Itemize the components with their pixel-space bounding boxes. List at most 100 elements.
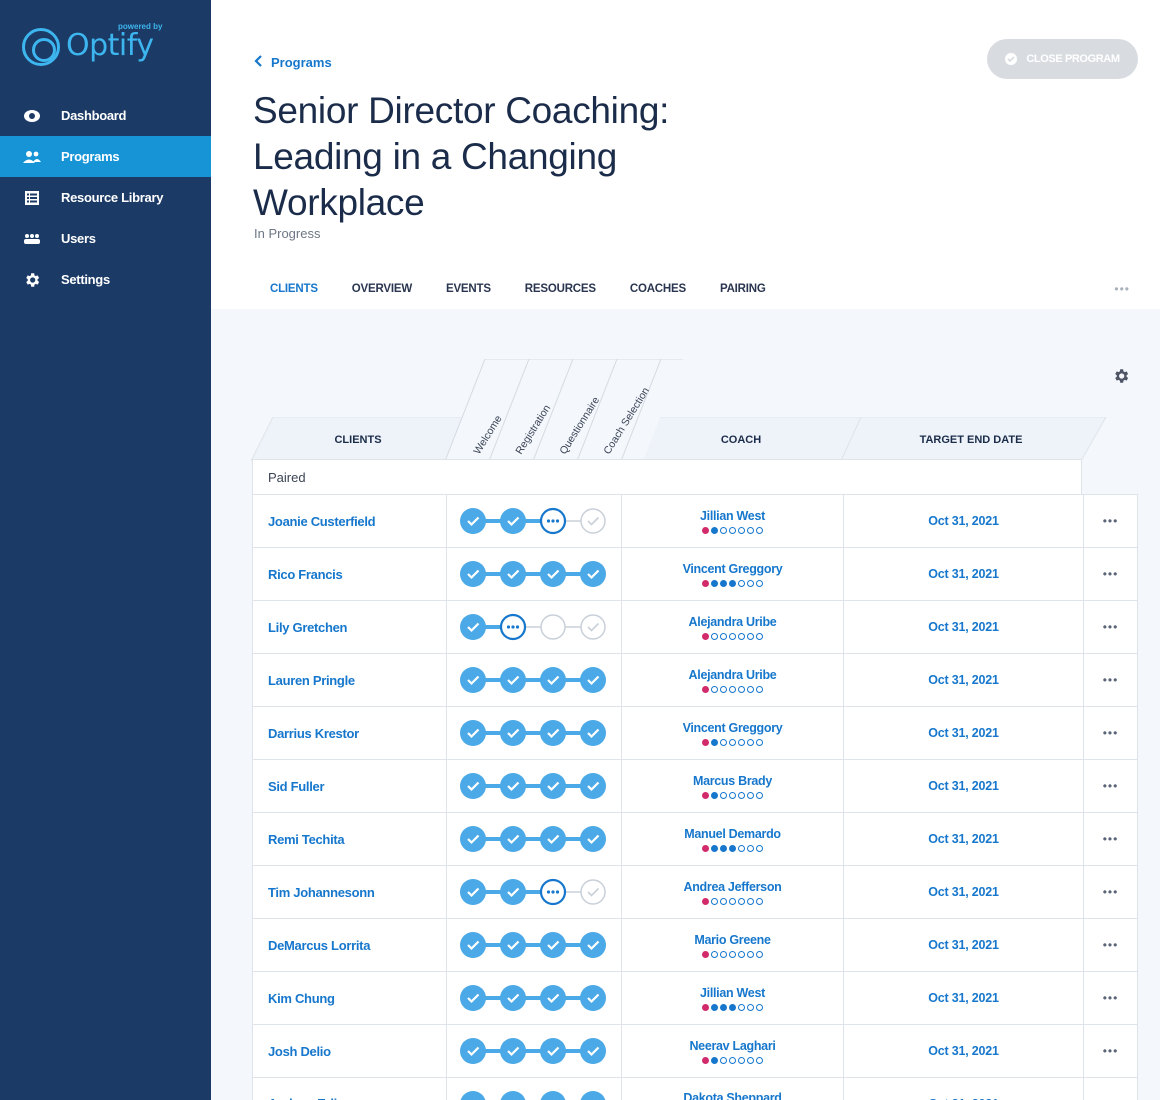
client-name[interactable]: Lily Gretchen xyxy=(252,601,446,653)
client-name[interactable]: Tim Johannesonn xyxy=(252,866,446,918)
coach-name[interactable]: Andrea Jefferson xyxy=(683,880,781,894)
client-name[interactable]: Kim Chung xyxy=(252,972,446,1024)
breadcrumb[interactable]: Programs xyxy=(254,54,332,70)
tab-events[interactable]: EVENTS xyxy=(429,280,508,311)
coach-name[interactable]: Vincent Greggory xyxy=(683,562,783,576)
step-registration-complete-icon[interactable] xyxy=(500,879,526,905)
header-clients[interactable]: CLIENTS xyxy=(334,434,381,446)
table-row[interactable]: Kim Chung Jillian West Oct 31, 2021 ••• xyxy=(252,971,1138,1024)
step-questionnaire-complete-icon[interactable] xyxy=(540,773,566,799)
table-row[interactable]: Andrew Erling Dakota Sheppard Oct 31, 2021… xyxy=(252,1077,1138,1100)
step-registration-complete-icon[interactable] xyxy=(500,932,526,958)
target-end-date[interactable]: Oct 31, 2021 xyxy=(843,1025,1083,1077)
coach-name[interactable]: Neerav Laghari xyxy=(689,1039,775,1053)
step-questionnaire-complete-icon[interactable] xyxy=(540,667,566,693)
step-coach-selection-pending-icon[interactable] xyxy=(580,508,606,534)
sidebar-item-dashboard[interactable]: Dashboard xyxy=(0,95,211,136)
step-registration-complete-icon[interactable] xyxy=(500,985,526,1011)
step-welcome-complete-icon[interactable] xyxy=(460,932,486,958)
target-end-date[interactable]: Oct 31, 2021 xyxy=(843,601,1083,653)
target-end-date[interactable]: Oct 31, 2021 xyxy=(843,760,1083,812)
client-name[interactable]: Joanie Custerfield xyxy=(252,495,446,547)
step-welcome-complete-icon[interactable] xyxy=(460,667,486,693)
target-end-date[interactable]: Oct 31, 2021 xyxy=(843,919,1083,971)
step-registration-complete-icon[interactable] xyxy=(500,826,526,852)
step-welcome-complete-icon[interactable] xyxy=(460,614,486,640)
row-more-options-icon[interactable]: ••• xyxy=(1083,919,1138,971)
target-end-date[interactable]: Oct 31, 2021 xyxy=(843,654,1083,706)
step-registration-complete-icon[interactable] xyxy=(500,720,526,746)
step-coach-selection-complete-icon[interactable] xyxy=(580,1090,606,1100)
tab-overview[interactable]: OVERVIEW xyxy=(335,280,429,311)
step-questionnaire-complete-icon[interactable] xyxy=(540,985,566,1011)
step-questionnaire-complete-icon[interactable] xyxy=(540,1090,566,1100)
step-coach-selection-complete-icon[interactable] xyxy=(580,667,606,693)
step-questionnaire-empty-icon[interactable] xyxy=(540,614,566,640)
client-name[interactable]: Sid Fuller xyxy=(252,760,446,812)
tab-resources[interactable]: RESOURCES xyxy=(508,280,613,311)
step-welcome-complete-icon[interactable] xyxy=(460,720,486,746)
step-questionnaire-complete-icon[interactable] xyxy=(540,1038,566,1064)
step-welcome-complete-icon[interactable] xyxy=(460,826,486,852)
coach-name[interactable]: Alejandra Uribe xyxy=(689,615,777,629)
row-more-options-icon[interactable]: ••• xyxy=(1083,601,1138,653)
table-row[interactable]: Josh Delio Neerav Laghari Oct 31, 2021 ••• xyxy=(252,1024,1138,1077)
step-welcome-complete-icon[interactable] xyxy=(460,1038,486,1064)
row-more-options-icon[interactable]: ••• xyxy=(1083,1078,1138,1100)
table-row[interactable]: Darrius Krestor Vincent Greggory Oct 31, 2… xyxy=(252,706,1138,759)
close-program-button[interactable]: CLOSE PROGRAM xyxy=(987,39,1138,79)
step-questionnaire-complete-icon[interactable] xyxy=(540,561,566,587)
tab-coaches[interactable]: COACHES xyxy=(613,280,703,311)
client-name[interactable]: Darrius Krestor xyxy=(252,707,446,759)
row-more-options-icon[interactable]: ••• xyxy=(1083,866,1138,918)
row-more-options-icon[interactable]: ••• xyxy=(1083,707,1138,759)
sidebar-item-programs[interactable]: Programs xyxy=(0,136,211,177)
step-registration-complete-icon[interactable] xyxy=(500,773,526,799)
table-settings-gear-icon[interactable] xyxy=(1112,367,1130,390)
optify-logo[interactable]: powered by Optify xyxy=(22,22,192,66)
coach-name[interactable]: Jillian West xyxy=(700,986,765,1000)
table-row[interactable]: Tim Johannesonn Andrea Jefferson Oct 31, 2… xyxy=(252,865,1138,918)
client-name[interactable]: Remi Techita xyxy=(252,813,446,865)
coach-name[interactable]: Dakota Sheppard xyxy=(683,1091,782,1100)
coach-name[interactable]: Mario Greene xyxy=(694,933,771,947)
sidebar-item-resource-library[interactable]: Resource Library xyxy=(0,177,211,218)
step-coach-selection-complete-icon[interactable] xyxy=(580,720,606,746)
sidebar-item-users[interactable]: Users xyxy=(0,218,211,259)
breadcrumb-programs[interactable]: Programs xyxy=(271,55,332,70)
target-end-date[interactable]: Oct 31, 2021 xyxy=(843,866,1083,918)
step-coach-selection-complete-icon[interactable] xyxy=(580,826,606,852)
coach-name[interactable]: Marcus Brady xyxy=(693,774,772,788)
client-name[interactable]: Josh Delio xyxy=(252,1025,446,1077)
step-registration-complete-icon[interactable] xyxy=(500,1090,526,1100)
target-end-date[interactable]: Oct 31, 2021 xyxy=(843,707,1083,759)
row-more-options-icon[interactable]: ••• xyxy=(1083,813,1138,865)
row-more-options-icon[interactable]: ••• xyxy=(1083,972,1138,1024)
coach-name[interactable]: Jillian West xyxy=(700,509,765,523)
client-name[interactable]: DeMarcus Lorrita xyxy=(252,919,446,971)
step-coach-selection-complete-icon[interactable] xyxy=(580,561,606,587)
table-row[interactable]: Joanie Custerfield Jillian West Oct 31, 20… xyxy=(252,494,1138,547)
coach-name[interactable]: Vincent Greggory xyxy=(683,721,783,735)
table-row[interactable]: Rico Francis Vincent Greggory Oct 31, 2021… xyxy=(252,547,1138,600)
table-row[interactable]: Remi Techita Manuel Demardo Oct 31, 2021 ••… xyxy=(252,812,1138,865)
step-welcome-complete-icon[interactable] xyxy=(460,561,486,587)
coach-name[interactable]: Alejandra Uribe xyxy=(689,668,777,682)
step-coach-selection-complete-icon[interactable] xyxy=(580,773,606,799)
step-coach-selection-pending-icon[interactable] xyxy=(580,879,606,905)
sidebar-item-settings[interactable]: Settings xyxy=(0,259,211,300)
step-questionnaire-complete-icon[interactable] xyxy=(540,720,566,746)
step-coach-selection-pending-icon[interactable] xyxy=(580,614,606,640)
row-more-options-icon[interactable]: ••• xyxy=(1083,495,1138,547)
client-name[interactable]: Rico Francis xyxy=(252,548,446,600)
row-more-options-icon[interactable]: ••• xyxy=(1083,548,1138,600)
client-name[interactable]: Andrew Erling xyxy=(252,1078,446,1100)
header-target-end-date[interactable]: TARGET END DATE xyxy=(920,434,1023,446)
table-row[interactable]: DeMarcus Lorrita Mario Greene Oct 31, 2021… xyxy=(252,918,1138,971)
step-registration-complete-icon[interactable] xyxy=(500,667,526,693)
target-end-date[interactable]: Oct 31, 2021 xyxy=(843,1078,1083,1100)
step-questionnaire-complete-icon[interactable] xyxy=(540,826,566,852)
step-questionnaire-in-progress-icon[interactable] xyxy=(539,507,567,535)
step-coach-selection-complete-icon[interactable] xyxy=(580,1038,606,1064)
step-coach-selection-complete-icon[interactable] xyxy=(580,932,606,958)
